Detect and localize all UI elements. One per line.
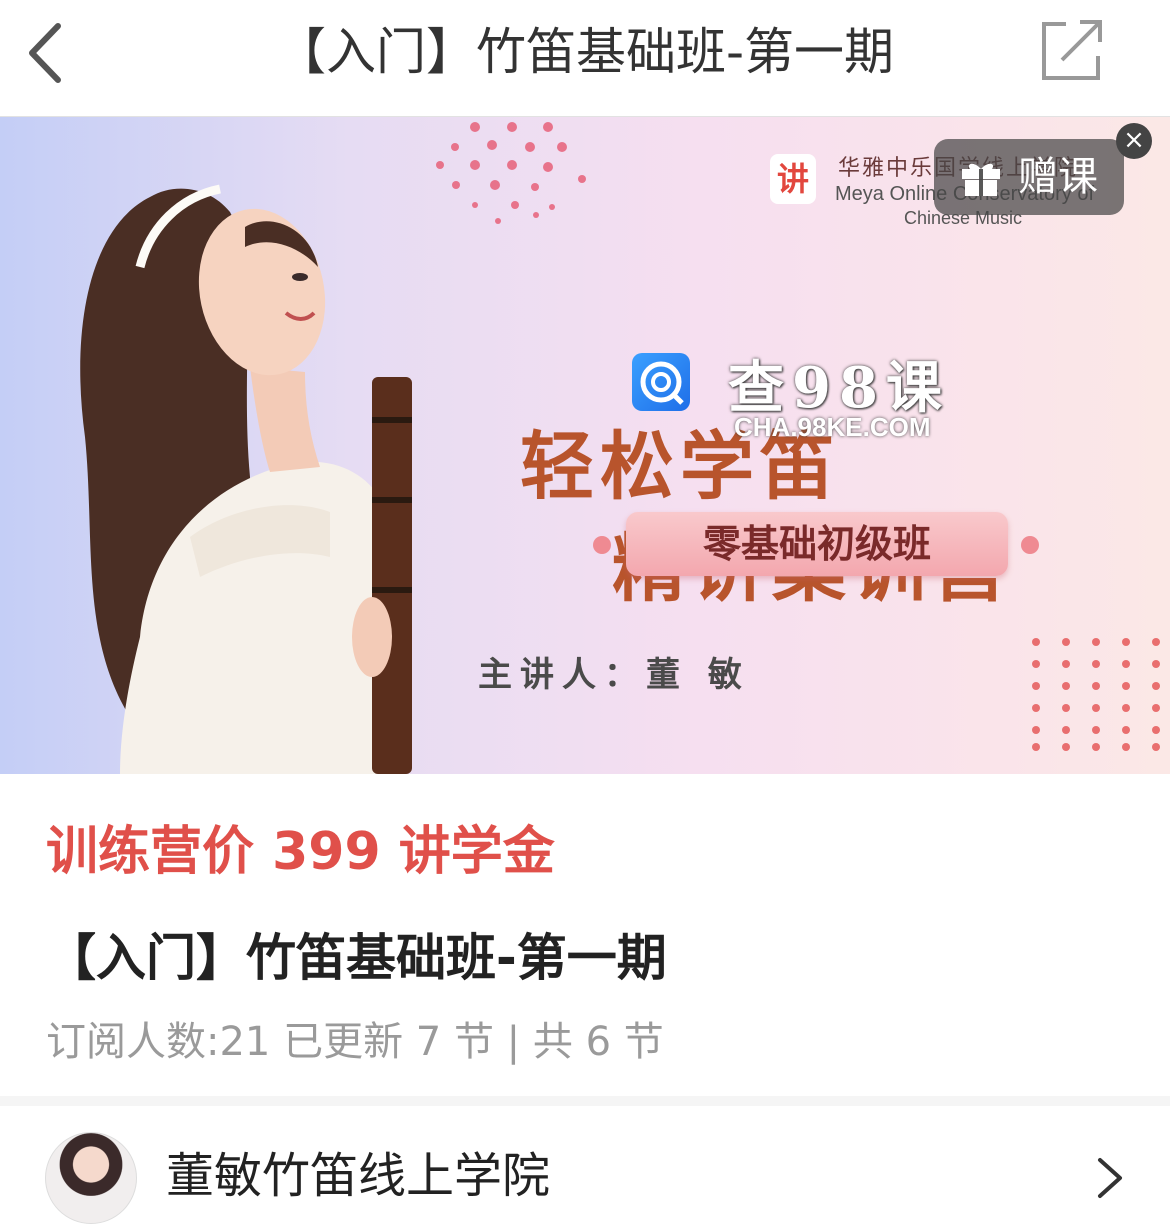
lecturer-label: 主讲人：董 敏 xyxy=(478,655,750,695)
gift-icon xyxy=(962,163,1000,196)
section-divider xyxy=(0,1096,1170,1106)
gift-course-label: 赠课 xyxy=(1018,154,1098,200)
gift-course-button[interactable]: 赠课 xyxy=(934,139,1124,215)
class-level-pill: 零基础初级班 xyxy=(626,512,1008,576)
watermark-url: CHA.98KE.COM xyxy=(734,412,931,442)
watermark-logo-icon xyxy=(632,353,690,411)
org-logo-badge: 讲 xyxy=(770,154,816,204)
chevron-left-icon xyxy=(29,23,61,83)
page-title: 【入门】竹笛基础班-第一期 xyxy=(275,23,895,81)
decor-dots-bottom xyxy=(1032,638,1160,751)
author-row[interactable]: 董敏竹笛线上学院 xyxy=(0,1106,1170,1227)
back-button[interactable] xyxy=(18,18,78,88)
camp-price: 训练营价 399 讲学金 xyxy=(46,822,555,882)
instructor-photo xyxy=(80,184,412,774)
course-meta: 订阅人数:21 已更新 7 节 | 共 6 节 xyxy=(46,1019,664,1065)
author-name: 董敏竹笛线上学院 xyxy=(166,1148,551,1204)
course-title: 【入门】竹笛基础班-第一期 xyxy=(46,929,667,987)
avatar xyxy=(45,1132,137,1224)
share-external-icon xyxy=(1042,20,1102,80)
decor-dots-top xyxy=(436,122,586,224)
course-banner[interactable]: 讲 华雅中乐国学线上学院 Meya Online Conservatory of… xyxy=(0,117,1170,774)
chevron-right-icon xyxy=(1098,1158,1122,1198)
share-button[interactable] xyxy=(1036,16,1106,86)
close-icon[interactable]: × xyxy=(1116,123,1152,159)
nav-bar: 【入门】竹笛基础班-第一期 xyxy=(0,0,1170,117)
